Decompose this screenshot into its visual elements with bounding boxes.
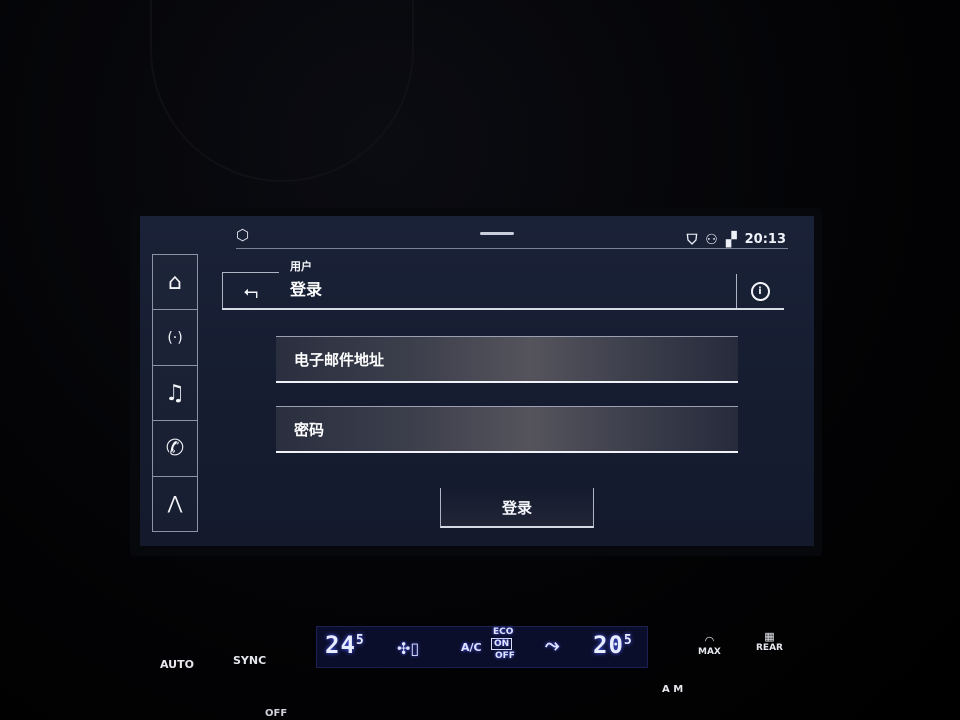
email-label: 电子邮件地址 xyxy=(294,351,385,369)
pull-down-handle[interactable] xyxy=(480,232,514,235)
shield-icon: ⛉ xyxy=(686,231,698,248)
breadcrumb: 用户 xyxy=(290,260,312,273)
rear-label: REAR xyxy=(756,643,783,653)
defrost-icon: ◠ xyxy=(705,634,714,647)
clock: 20:13 xyxy=(744,232,786,247)
max-label: MAX xyxy=(698,647,721,657)
sync-button[interactable]: SYNC xyxy=(233,654,266,667)
auto-button[interactable]: AUTO xyxy=(160,658,194,671)
car-dashboard-scene: ⬡ ⛉ ⚇ ▞ 20:13 ⌂ (·) ♫ ✆ ⋀ ⮢ 用户 登录 i 电子邮件… xyxy=(0,0,960,720)
side-nav: ⌂ (·) ♫ ✆ ⋀ xyxy=(152,254,198,533)
music-icon[interactable]: ♫ xyxy=(152,364,198,421)
cube-icon[interactable]: ⬡ xyxy=(236,226,254,244)
email-field[interactable]: 电子邮件地址 xyxy=(276,336,738,383)
climate-panel: AUTO SYNC 245 ✣▯ A/C ECO ON OFF ⤳ 205 ◠ … xyxy=(160,620,800,695)
right-temperature[interactable]: 205 xyxy=(593,631,633,659)
right-temp-decimal: 5 xyxy=(623,633,633,648)
left-temp-decimal: 5 xyxy=(355,633,365,648)
home-icon[interactable]: ⌂ xyxy=(152,254,198,310)
login-button[interactable]: 登录 xyxy=(440,488,594,528)
infotainment-screen: ⬡ ⛉ ⚇ ▞ 20:13 ⌂ (·) ♫ ✆ ⋀ ⮢ 用户 登录 i 电子邮件… xyxy=(140,216,814,546)
phone-icon[interactable]: ✆ xyxy=(152,420,198,476)
rear-defrost-icon: ▦ xyxy=(764,630,775,643)
page-header: 用户 登录 xyxy=(282,258,732,308)
user-icon: ⚇ xyxy=(705,231,718,248)
dashboard-trim xyxy=(150,0,414,182)
back-arrow-icon: ⮢ xyxy=(243,280,259,302)
status-bar: ⛉ ⚇ ▞ 20:13 xyxy=(687,232,786,247)
seat-airflow-icon[interactable]: ⤳ xyxy=(545,635,559,656)
info-icon: i xyxy=(750,281,770,301)
off-button[interactable]: OFF xyxy=(265,708,287,719)
navigation-icon[interactable]: ⋀ xyxy=(152,475,198,533)
recirculation-button[interactable]: A M xyxy=(662,684,683,695)
left-temperature[interactable]: 245 xyxy=(325,631,365,659)
eco-label: ECO xyxy=(493,627,514,637)
fan-icon[interactable]: ✣▯ xyxy=(397,639,419,658)
off-small-label: OFF xyxy=(495,651,515,661)
password-label: 密码 xyxy=(294,421,325,439)
radio-icon[interactable]: (·) xyxy=(152,309,198,365)
right-temp-value: 20 xyxy=(593,631,624,659)
signal-icon: ▞ xyxy=(725,231,737,248)
ac-label[interactable]: A/C xyxy=(461,641,482,654)
on-label: ON xyxy=(491,638,513,650)
header-underline xyxy=(222,308,784,310)
status-divider xyxy=(236,248,788,249)
page-title: 登录 xyxy=(290,280,323,299)
rear-defrost-button[interactable]: ▦ REAR xyxy=(756,630,783,653)
climate-display: 245 ✣▯ A/C ECO ON OFF ⤳ 205 xyxy=(316,626,648,668)
left-temp-value: 24 xyxy=(325,631,356,659)
back-button[interactable]: ⮢ xyxy=(222,272,279,310)
password-field[interactable]: 密码 xyxy=(276,406,738,453)
max-defrost-button[interactable]: ◠ MAX xyxy=(698,634,721,657)
info-button[interactable]: i xyxy=(736,274,783,308)
